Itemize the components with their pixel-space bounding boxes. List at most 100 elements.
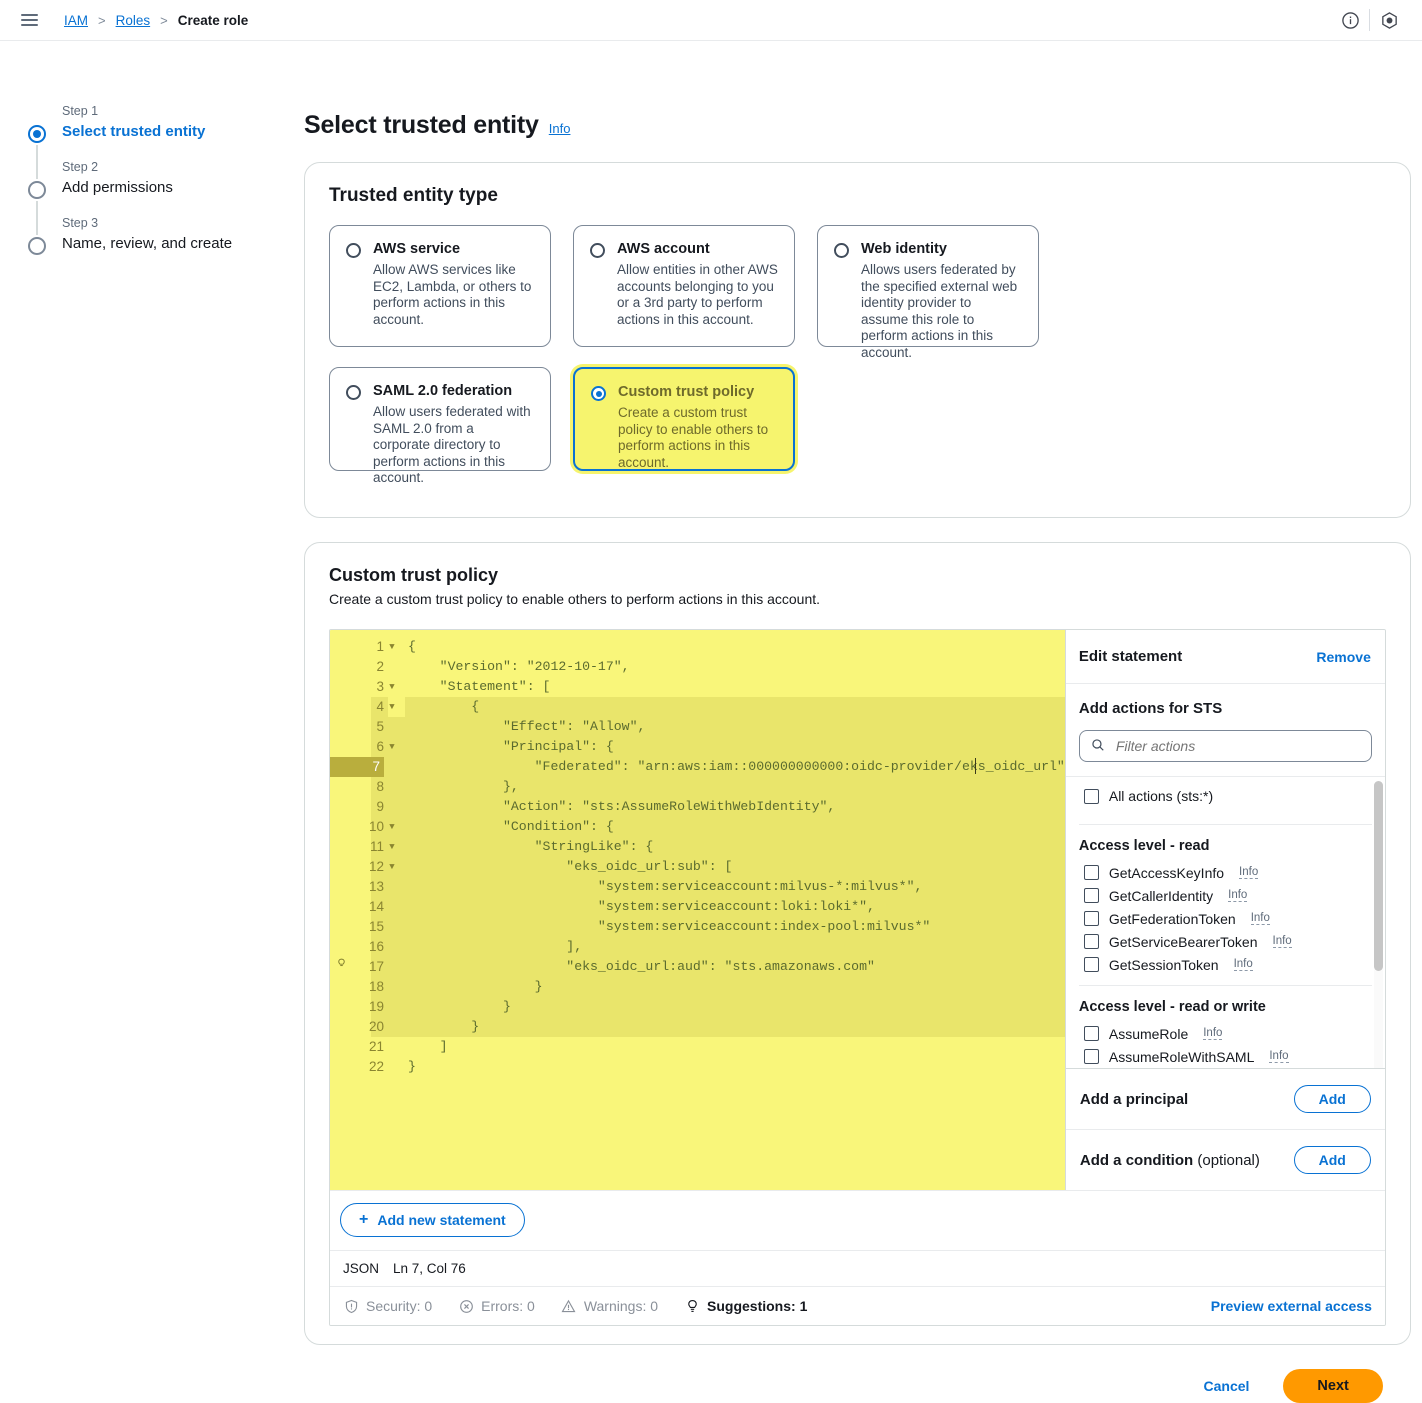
line-number: 9 <box>376 799 384 814</box>
entity-card-label: Web identity <box>861 241 947 257</box>
checkbox-icon[interactable] <box>1083 888 1099 903</box>
radio-aws-account[interactable] <box>590 243 605 258</box>
info-link[interactable]: Info <box>1250 912 1270 925</box>
checkbox-row-assumerolewithsaml[interactable]: AssumeRoleWithSAML Info <box>1079 1045 1372 1068</box>
line-number: 19 <box>368 999 384 1014</box>
code-text: "system:serviceaccount:milvus-*:milvus*"… <box>408 879 923 894</box>
info-link[interactable]: Info <box>1233 958 1253 971</box>
fold-arrow-icon[interactable]: ▼ <box>384 677 400 697</box>
info-circle-icon[interactable] <box>1331 1 1369 39</box>
errors-status-label: Errors: 0 <box>481 1298 535 1314</box>
preview-external-access-link[interactable]: Preview external access <box>1211 1298 1372 1314</box>
scrollbar-thumb[interactable] <box>1373 781 1383 971</box>
next-button[interactable]: Next <box>1283 1369 1383 1403</box>
checkbox-row-getcalleridentity[interactable]: GetCallerIdentity Info <box>1079 884 1372 907</box>
checkbox-row-all-actions[interactable]: All actions (sts:*) <box>1079 777 1372 815</box>
code-line: 13 "system:serviceaccount:milvus-*:milvu… <box>330 877 1065 897</box>
json-code-editor[interactable]: 1 ▼{2 "Version": "2012-10-17", 3 ▼ "Stateme… <box>330 630 1065 1190</box>
checkbox-icon[interactable] <box>1083 788 1099 804</box>
code-text: "Principal": { <box>408 739 614 754</box>
info-link[interactable]: Info <box>1269 1050 1289 1063</box>
actions-list[interactable]: All actions (sts:*) Access level - read … <box>1065 776 1385 1068</box>
breadcrumb-item-roles[interactable]: Roles <box>116 13 151 28</box>
action-label: GetFederationToken <box>1108 910 1236 927</box>
fold-arrow-icon[interactable]: ▼ <box>384 817 400 837</box>
sidebar-item-step-3[interactable]: Step 3 Name, review, and create <box>28 215 290 255</box>
lightbulb-icon[interactable] <box>330 957 352 977</box>
code-text: "StringLike": { <box>408 839 654 854</box>
checkbox-icon[interactable] <box>1083 934 1099 949</box>
checkbox-row-getaccesskeyinfo[interactable]: GetAccessKeyInfo Info <box>1079 861 1372 884</box>
checkbox-icon[interactable] <box>1083 865 1099 880</box>
info-link[interactable]: Info <box>1203 1027 1223 1040</box>
main-content: Select trusted entity Info Trusted entit… <box>290 41 1422 1403</box>
access-level-read-or-write-header: Access level - read or write <box>1078 985 1372 1022</box>
code-line: 5 "Effect": "Allow", <box>330 717 1065 737</box>
fold-arrow-icon[interactable]: ▼ <box>384 737 400 757</box>
add-new-statement-button[interactable]: + Add new statement <box>340 1203 525 1237</box>
settings-hex-icon[interactable] <box>1370 1 1408 39</box>
lightbulb-icon <box>684 1298 700 1314</box>
entity-card-web-identity[interactable]: Web identity Allows users federated by t… <box>817 225 1039 360</box>
code-line: 8 }, <box>330 777 1065 797</box>
hamburger-icon[interactable] <box>16 7 42 33</box>
shield-icon <box>343 1298 359 1314</box>
checkbox-row-getfederationtoken[interactable]: GetFederationToken Info <box>1079 907 1372 930</box>
breadcrumb-item-iam[interactable]: IAM <box>64 13 88 28</box>
info-link[interactable]: Info <box>1272 935 1292 948</box>
info-link[interactable]: Info <box>1228 889 1248 902</box>
entity-card-aws-account[interactable]: AWS account Allow entities in other AWS … <box>573 225 795 347</box>
entity-card-custom-trust-policy[interactable]: Custom trust policy Create a custom trus… <box>573 367 795 471</box>
fold-arrow-icon[interactable]: ▼ <box>384 637 400 657</box>
code-line: 3 ▼ "Statement": [ <box>330 677 1065 697</box>
entity-card-aws-service[interactable]: AWS service Allow AWS services like EC2,… <box>329 225 551 347</box>
code-text: "system:serviceaccount:loki:loki*", <box>408 899 875 914</box>
remove-statement-link[interactable]: Remove <box>1316 649 1370 665</box>
cancel-button[interactable]: Cancel <box>1192 1370 1262 1402</box>
checkbox-row-assumerole[interactable]: AssumeRole Info <box>1079 1022 1372 1045</box>
line-number: 10 <box>368 819 384 834</box>
add-condition-row: Add a condition (optional) Add <box>1065 1129 1385 1190</box>
checkbox-row-getsessiontoken[interactable]: GetSessionToken Info <box>1079 953 1372 976</box>
checkbox-icon[interactable] <box>1083 1026 1099 1041</box>
info-link[interactable]: Info <box>1239 866 1259 879</box>
step-1-number: Step 1 <box>62 104 99 118</box>
warning-triangle-icon <box>561 1298 577 1314</box>
add-condition-button[interactable]: Add <box>1293 1146 1371 1174</box>
checkbox-icon[interactable] <box>1083 911 1099 926</box>
code-text: ], <box>408 939 583 954</box>
radio-aws-service[interactable] <box>346 243 361 258</box>
page-title-info-link[interactable]: Info <box>549 121 571 136</box>
line-number: 13 <box>368 879 384 894</box>
code-line: 21 ] <box>330 1037 1065 1057</box>
checkbox-icon[interactable] <box>1083 957 1099 972</box>
fold-arrow-icon[interactable]: ▼ <box>384 837 400 857</box>
fold-arrow-icon[interactable]: ▼ <box>384 857 400 877</box>
custom-policy-desc: Create a custom trust policy to enable o… <box>329 591 821 607</box>
radio-web-identity[interactable] <box>834 243 849 258</box>
code-line: 7 "Federated": "arn:aws:iam::00000000000… <box>330 757 1065 777</box>
code-text: } <box>408 999 511 1014</box>
checkbox-icon[interactable] <box>1083 1049 1099 1064</box>
fold-arrow-icon[interactable]: ▼ <box>384 697 400 717</box>
radio-custom-trust-policy[interactable] <box>591 386 606 401</box>
code-text: ] <box>408 1039 448 1054</box>
radio-saml-federation[interactable] <box>346 385 361 400</box>
code-line: 1 ▼ { <box>330 637 1065 657</box>
step-3-number: Step 3 <box>62 216 99 230</box>
breadcrumb-separator: > <box>160 12 168 28</box>
filter-actions-box[interactable] <box>1078 730 1372 762</box>
line-number: 20 <box>368 1019 384 1034</box>
add-principal-button[interactable]: Add <box>1293 1085 1371 1113</box>
code-lines: 1 ▼{2 "Version": "2012-10-17", 3 ▼ "Stateme… <box>330 630 1065 1077</box>
sidebar-item-step-1[interactable]: Step 1 Select trusted entity <box>28 103 290 179</box>
search-input[interactable] <box>1113 737 1360 755</box>
actions-list-scrollbar[interactable] <box>1373 781 1383 1068</box>
line-number: 8 <box>376 779 384 794</box>
sidebar-item-step-2[interactable]: Step 2 Add permissions <box>28 159 290 235</box>
code-line: 18 } <box>330 977 1065 997</box>
entity-card-saml-federation[interactable]: SAML 2.0 federation Allow users federate… <box>329 367 551 485</box>
code-line: 2 "Version": "2012-10-17", <box>330 657 1065 677</box>
checkbox-row-getservicebearertoken[interactable]: GetServiceBearerToken Info <box>1079 930 1372 953</box>
entity-card-row-1: AWS service Allow AWS services like EC2,… <box>329 225 1386 360</box>
